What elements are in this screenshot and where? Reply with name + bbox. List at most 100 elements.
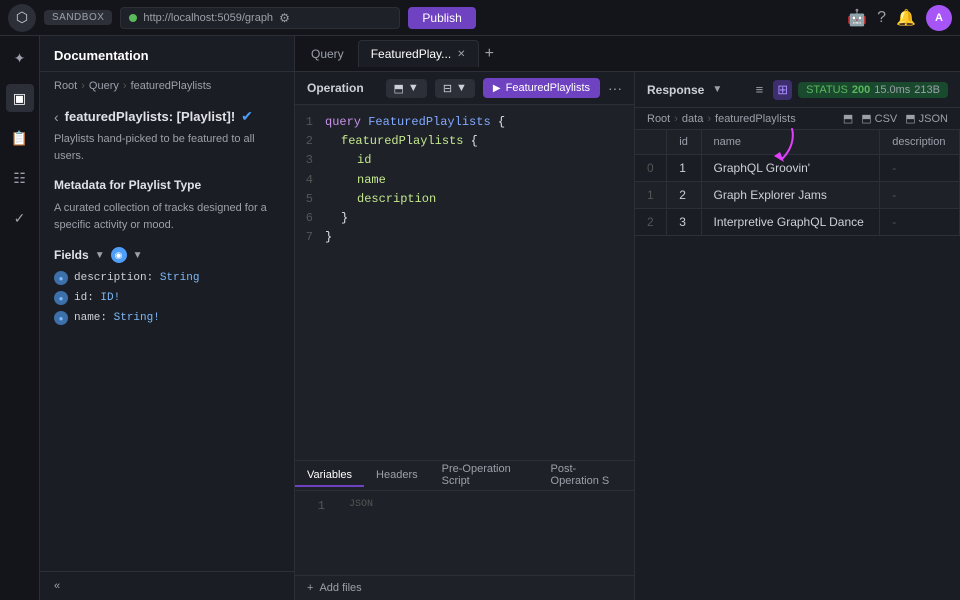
breadcrumb-query[interactable]: Query bbox=[89, 80, 119, 92]
ai-icon[interactable]: 🤖 bbox=[847, 8, 867, 28]
filter-response-icon[interactable]: ≡ bbox=[752, 80, 768, 99]
td-index: 1 bbox=[635, 182, 667, 209]
sidebar-title-row: ‹ featuredPlaylists: [Playlist]! ✔ bbox=[54, 108, 280, 125]
response-header: Response ▼ ≡ ⊞ STATUS 200 15.0ms 213B bbox=[635, 72, 960, 108]
url-settings-icon[interactable]: ⚙ bbox=[279, 11, 290, 25]
back-button[interactable]: ‹ bbox=[54, 109, 59, 125]
fields-header: Fields ▼ ◉ ▼ bbox=[54, 247, 280, 263]
metadata-section-title: Metadata for Playlist Type bbox=[54, 178, 280, 192]
format-chevron-icon: ▼ bbox=[456, 82, 467, 94]
metadata-description: A curated collection of tracks designed … bbox=[54, 200, 280, 233]
url-text: http://localhost:5059/graph bbox=[143, 12, 273, 24]
json-export-button[interactable]: ⬒ JSON bbox=[905, 112, 948, 125]
td-description: - bbox=[880, 182, 960, 209]
breadcrumb: Root › Query › featuredPlaylists bbox=[40, 72, 294, 100]
tab-featured[interactable]: FeaturedPlay... ✕ bbox=[358, 40, 479, 67]
field-dot-description: ● bbox=[54, 271, 68, 285]
fields-chevron-icon[interactable]: ▼ bbox=[95, 250, 105, 261]
sidebar-collapse-button[interactable]: « bbox=[40, 571, 294, 600]
code-line-7: 7 } bbox=[295, 228, 634, 247]
response-chevron-icon[interactable]: ▼ bbox=[712, 84, 722, 95]
resp-bc-data: data bbox=[682, 113, 703, 125]
td-id: 1 bbox=[667, 155, 701, 182]
csv-label: CSV bbox=[875, 113, 898, 125]
tab-pre-operation[interactable]: Pre-Operation Script bbox=[430, 459, 539, 493]
tab-close-icon[interactable]: ✕ bbox=[457, 49, 465, 60]
filter-chevron-icon[interactable]: ▼ bbox=[133, 250, 143, 261]
copy-button[interactable]: ⬒ ▼ bbox=[386, 79, 427, 98]
td-index: 2 bbox=[635, 209, 667, 236]
copy-icon: ⬒ bbox=[394, 82, 404, 95]
nav-query-icon[interactable]: ▣ bbox=[6, 84, 34, 112]
add-files-button[interactable]: + Add files bbox=[295, 575, 634, 600]
col-name: name bbox=[701, 130, 880, 155]
response-table: id name description 0 1 GraphQL Groovin'… bbox=[635, 130, 960, 600]
field-item-description: ● description: String bbox=[54, 271, 280, 285]
copy-export-button[interactable]: ⬒ bbox=[843, 112, 853, 125]
code-line-6: 6 } bbox=[295, 209, 634, 228]
resp-bc-root: Root bbox=[647, 113, 670, 125]
code-editor[interactable]: 1 query FeaturedPlaylists { 2 featuredPl… bbox=[295, 105, 634, 460]
bottom-content: 1 JSON bbox=[295, 491, 634, 575]
table-row: 0 1 GraphQL Groovin' - bbox=[635, 155, 960, 182]
nav-checkmark-icon[interactable]: ✓ bbox=[6, 204, 34, 232]
operation-panel: Operation ⬒ ▼ ⊟ ▼ ▶ FeaturedPlaylists ··… bbox=[295, 72, 960, 600]
tab-headers[interactable]: Headers bbox=[364, 465, 430, 487]
code-line-4: 4 name bbox=[295, 171, 634, 190]
col-id: id bbox=[667, 130, 701, 155]
tab-post-operation[interactable]: Post-Operation S bbox=[539, 459, 634, 493]
format-button[interactable]: ⊟ ▼ bbox=[435, 79, 475, 98]
field-text-id: id: ID! bbox=[74, 292, 120, 304]
response-size: 213B bbox=[914, 84, 940, 96]
tab-query-label: Query bbox=[311, 47, 344, 61]
main-layout: ✦ ▣ 📋 ☷ ✓ Documentation Root › Query › f… bbox=[0, 36, 960, 600]
table-header-row: id name description bbox=[635, 130, 960, 155]
tab-add-button[interactable]: + bbox=[481, 41, 498, 67]
field-dot-id: ● bbox=[54, 291, 68, 305]
field-text-name: name: String! bbox=[74, 312, 160, 324]
code-section: Operation ⬒ ▼ ⊟ ▼ ▶ FeaturedPlaylists ··… bbox=[295, 72, 635, 600]
more-button[interactable]: ··· bbox=[608, 80, 622, 96]
export-buttons: ⬒ ⬒ CSV ⬒ JSON bbox=[843, 112, 948, 125]
json-export-icon: ⬒ bbox=[905, 112, 915, 125]
nav-settings-icon[interactable]: ☷ bbox=[6, 164, 34, 192]
csv-icon: ⬒ bbox=[861, 112, 871, 125]
tab-variables[interactable]: Variables bbox=[295, 465, 364, 487]
add-files-icon: + bbox=[307, 582, 313, 594]
json-label: JSON bbox=[349, 499, 373, 510]
nav-history-icon[interactable]: 📋 bbox=[6, 124, 34, 152]
status-label: STATUS bbox=[806, 84, 848, 96]
csv-export-button[interactable]: ⬒ CSV bbox=[861, 112, 897, 125]
bottom-tabs: Variables Headers Pre-Operation Script P… bbox=[295, 461, 634, 491]
icon-nav: ✦ ▣ 📋 ☷ ✓ bbox=[0, 36, 40, 600]
tab-featured-label: FeaturedPlay... bbox=[371, 47, 451, 61]
table-row: 2 3 Interpretive GraphQL Dance - bbox=[635, 209, 960, 236]
response-subheader: Root › data › featuredPlaylists ⬒ ⬒ CSV bbox=[635, 108, 960, 130]
filter-icon: ◉ bbox=[115, 250, 123, 261]
bell-icon[interactable]: 🔔 bbox=[896, 8, 916, 28]
td-id: 3 bbox=[667, 209, 701, 236]
nav-schema-icon[interactable]: ✦ bbox=[6, 44, 34, 72]
response-breadcrumb: Root › data › featuredPlaylists bbox=[647, 113, 796, 125]
fields-label: Fields bbox=[54, 248, 89, 262]
td-description: - bbox=[880, 209, 960, 236]
td-name: Interpretive GraphQL Dance bbox=[701, 209, 880, 236]
run-button[interactable]: ▶ FeaturedPlaylists bbox=[483, 78, 600, 98]
avatar[interactable]: A bbox=[926, 5, 952, 31]
topbar-right: 🤖 ? 🔔 A bbox=[847, 5, 952, 31]
help-icon[interactable]: ? bbox=[877, 9, 886, 27]
tab-query[interactable]: Query bbox=[299, 41, 356, 67]
sandbox-badge: SANDBOX bbox=[44, 10, 112, 25]
filter-badge[interactable]: ◉ bbox=[111, 247, 127, 263]
operation-header: Operation ⬒ ▼ ⊟ ▼ ▶ FeaturedPlaylists ··… bbox=[295, 72, 634, 105]
table-row: 1 2 Graph Explorer Jams - bbox=[635, 182, 960, 209]
data-table: id name description 0 1 GraphQL Groovin'… bbox=[635, 130, 960, 236]
breadcrumb-root[interactable]: Root bbox=[54, 80, 77, 92]
td-description: - bbox=[880, 155, 960, 182]
url-bar[interactable]: http://localhost:5059/graph ⚙ bbox=[120, 7, 400, 29]
grid-view-icon[interactable]: ⊞ bbox=[773, 80, 792, 100]
sidebar-content: ‹ featuredPlaylists: [Playlist]! ✔ Playl… bbox=[40, 100, 294, 571]
sidebar: Documentation Root › Query › featuredPla… bbox=[40, 36, 295, 600]
connection-status-dot bbox=[129, 14, 137, 22]
publish-button[interactable]: Publish bbox=[408, 7, 475, 29]
